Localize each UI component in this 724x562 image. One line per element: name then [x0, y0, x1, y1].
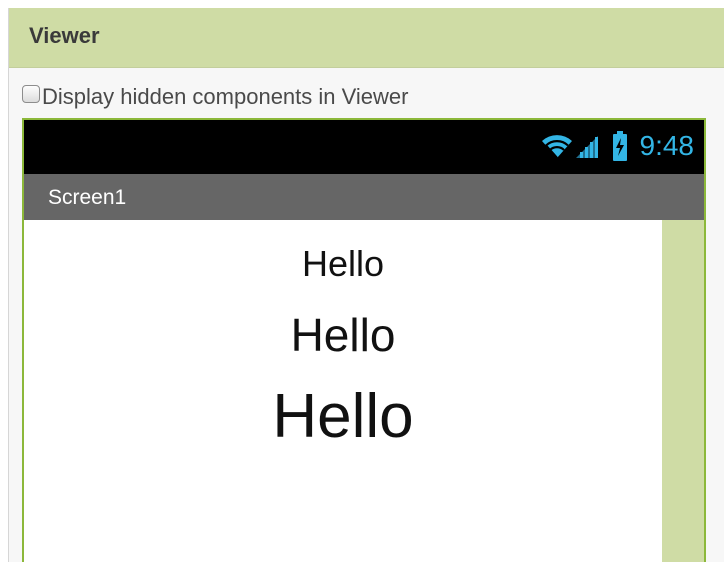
viewer-title: Viewer: [29, 23, 100, 48]
phone-preview: 9:48 Screen1 Hello Hello Hello: [22, 118, 706, 562]
display-hidden-option[interactable]: Display hidden components in Viewer: [22, 84, 408, 110]
viewer-header: Viewer: [9, 8, 724, 68]
status-bar: 9:48: [24, 120, 704, 174]
display-hidden-checkbox[interactable]: [22, 85, 40, 103]
screen-scrollbar[interactable]: [662, 220, 704, 562]
status-icons: 9:48: [540, 130, 695, 162]
screen-title: Screen1: [48, 186, 127, 209]
screen-content: Hello Hello Hello: [24, 220, 662, 562]
status-time: 9:48: [639, 130, 695, 161]
signal-icon: [574, 132, 600, 160]
battery-charging-icon: [612, 131, 628, 161]
screen-title-bar: Screen1: [24, 174, 704, 220]
hello-label-large[interactable]: Hello: [24, 386, 662, 448]
hello-label-medium[interactable]: Hello: [24, 312, 662, 358]
hello-label-small[interactable]: Hello: [24, 246, 662, 282]
display-hidden-label[interactable]: Display hidden components in Viewer: [42, 84, 408, 110]
wifi-icon: [540, 132, 574, 160]
